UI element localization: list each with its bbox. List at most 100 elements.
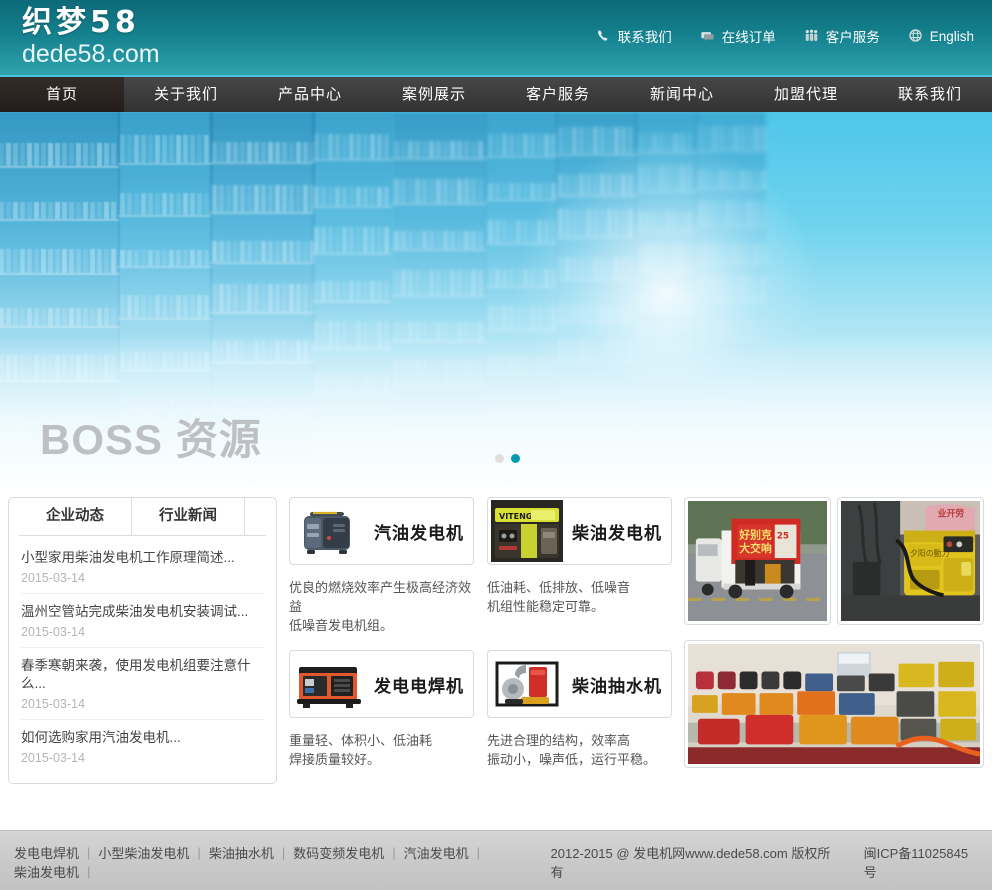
nav-item-news[interactable]: 新闻中心 xyxy=(620,77,744,112)
nav-item-products[interactable]: 产品中心 xyxy=(248,77,372,112)
gasoline-generator-photo xyxy=(293,500,365,562)
news-item-date: 2015-03-14 xyxy=(21,751,264,765)
chat-icon xyxy=(700,29,715,43)
footer-link-digital-inverter-generator[interactable]: 数码变频发电机 xyxy=(285,843,392,862)
svg-text:25: 25 xyxy=(777,531,789,541)
slider-dots xyxy=(495,454,520,463)
product-description: 重量轻、体积小、低油耗 焊接质量较好。 xyxy=(289,731,474,769)
product-grid: 汽油发电机 优良的燃烧效率产生极高经济效益 低噪音发电机组。 VITE xyxy=(289,497,672,769)
logo-chinese-text: 织梦58 xyxy=(22,6,272,40)
product-card-diesel-generator: VITENG xyxy=(487,497,672,635)
product-banner[interactable]: 柴油抽水机 xyxy=(487,650,672,718)
case-gallery: 好别克 大交响 25 xyxy=(684,497,984,768)
footer-link-diesel-water-pump[interactable]: 柴油抽水机 xyxy=(201,843,282,862)
svg-text:好别克: 好别克 xyxy=(738,527,772,541)
footer-copyright-area: 2012-2015 @ 发电机网www.dede58.com 版权所有 闽ICP… xyxy=(551,843,992,881)
news-list-item: 小型家用柴油发电机工作原理简述... 2015-03-14 xyxy=(21,540,264,593)
news-item-title[interactable]: 如何选购家用汽油发电机... xyxy=(21,729,264,747)
copyright-text: 2012-2015 @ 发电机网www.dede58.com 版权所有 xyxy=(551,843,836,881)
banner-watermark-text: BOSS 资源 xyxy=(40,406,262,467)
globe-icon xyxy=(908,29,923,43)
svg-text:业开劳: 业开劳 xyxy=(938,508,965,520)
news-panel: 企业动态 行业新闻 小型家用柴油发电机工作原理简述... 2015-03-14 … xyxy=(8,497,277,784)
phone-icon xyxy=(596,29,611,43)
diesel-generator-photo: VITENG xyxy=(491,500,563,562)
product-label: 汽油发电机 xyxy=(365,519,473,544)
product-desc-line-2: 振动小，噪声低，运行平稳。 xyxy=(487,750,672,769)
welding-generator-photo xyxy=(293,653,365,715)
news-list: 小型家用柴油发电机工作原理简述... 2015-03-14 温州空管站完成柴油发… xyxy=(9,536,276,773)
top-link-contact[interactable]: 联系我们 xyxy=(596,26,672,46)
product-desc-line-1: 重量轻、体积小、低油耗 xyxy=(289,731,474,750)
top-link-label: 客户服务 xyxy=(826,26,880,46)
news-item-date: 2015-03-14 xyxy=(21,697,264,711)
slider-dot-2[interactable] xyxy=(511,454,520,463)
news-list-item: 温州空管站完成柴油发电机安装调试... 2015-03-14 xyxy=(21,593,264,647)
top-link-label: English xyxy=(930,29,974,44)
product-card-gasoline-generator: 汽油发电机 优良的燃烧效率产生极高经济效益 低噪音发电机组。 xyxy=(289,497,474,635)
top-link-customer-service[interactable]: 客户服务 xyxy=(804,26,880,46)
product-description: 低油耗、低排放、低噪音 机组性能稳定可靠。 xyxy=(487,578,672,616)
page-root: 织梦58 dede58.com 联系我们 在线订单 客户服务 xyxy=(0,0,992,890)
news-tab-bar: 企业动态 行业新闻 xyxy=(9,498,276,536)
nav-item-franchise[interactable]: 加盟代理 xyxy=(744,77,868,112)
product-row-1: 汽油发电机 优良的燃烧效率产生极高经济效益 低噪音发电机组。 VITE xyxy=(289,497,672,635)
footer-separator: | xyxy=(477,845,480,860)
icp-license-number[interactable]: 闽ICP备11025845号 xyxy=(864,843,978,881)
main-navigation: 首页 关于我们 产品中心 案例展示 客户服务 新闻中心 加盟代理 联系我们 xyxy=(0,75,992,112)
svg-text:VITENG: VITENG xyxy=(499,512,532,521)
product-banner[interactable]: VITENG xyxy=(487,497,672,565)
product-description: 优良的燃烧效率产生极高经济效益 低噪音发电机组。 xyxy=(289,578,474,635)
nav-item-contact[interactable]: 联系我们 xyxy=(868,77,992,112)
news-tab-industry[interactable]: 行业新闻 xyxy=(132,498,245,536)
top-link-label: 在线订单 xyxy=(722,26,776,46)
news-list-item: 春季寒朝来袭，使用发电机组要注意什么... 2015-03-14 xyxy=(21,647,264,719)
product-desc-line-1: 优良的燃烧效率产生极高经济效益 xyxy=(289,578,474,616)
top-link-online-order[interactable]: 在线订单 xyxy=(700,26,776,46)
top-utility-links: 联系我们 在线订单 客户服务 English xyxy=(596,26,974,46)
product-desc-line-2: 机组性能稳定可靠。 xyxy=(487,597,672,616)
product-row-2: 发电电焊机 重量轻、体积小、低油耗 焊接质量较好。 xyxy=(289,650,672,769)
product-desc-line-2: 低噪音发电机组。 xyxy=(289,616,474,635)
footer-link-welding-generator[interactable]: 发电电焊机 xyxy=(6,843,87,862)
site-logo[interactable]: 织梦58 dede58.com xyxy=(22,6,272,68)
case-row-top: 好别克 大交响 25 xyxy=(684,497,984,625)
slider-dot-1[interactable] xyxy=(495,454,504,463)
product-card-welding-generator: 发电电焊机 重量轻、体积小、低油耗 焊接质量较好。 xyxy=(289,650,474,769)
footer-link-gasoline-generator[interactable]: 汽油发电机 xyxy=(396,843,477,862)
people-icon xyxy=(804,29,819,43)
footer-link-diesel-generator[interactable]: 柴油发电机 xyxy=(6,862,87,881)
product-banner[interactable]: 汽油发电机 xyxy=(289,497,474,565)
news-list-item: 如何选购家用汽油发电机... 2015-03-14 xyxy=(21,719,264,773)
product-label: 柴油发电机 xyxy=(563,519,671,544)
top-link-label: 联系我们 xyxy=(618,26,672,46)
case-item-led-truck[interactable]: 好别克 大交响 25 xyxy=(684,497,831,625)
footer-link-small-diesel-generator[interactable]: 小型柴油发电机 xyxy=(90,843,197,862)
yellow-silent-generator-photo: 业开劳 夕阳の動力 xyxy=(841,501,980,621)
hero-banner-slider[interactable]: BOSS 资源 xyxy=(0,112,992,487)
product-desc-line-1: 先进合理的结构，效率高 xyxy=(487,731,672,750)
diesel-water-pump-photo xyxy=(491,653,563,715)
news-item-title[interactable]: 小型家用柴油发电机工作原理简述... xyxy=(21,549,264,567)
product-banner[interactable]: 发电电焊机 xyxy=(289,650,474,718)
news-item-date: 2015-03-14 xyxy=(21,625,264,639)
news-tab-filler xyxy=(245,498,266,536)
product-card-diesel-water-pump: 柴油抽水机 先进合理的结构，效率高 振动小，噪声低，运行平稳。 xyxy=(487,650,672,769)
news-item-title[interactable]: 温州空管站完成柴油发电机安装调试... xyxy=(21,603,264,621)
nav-item-cases[interactable]: 案例展示 xyxy=(372,77,496,112)
led-advertising-truck-photo: 好别克 大交响 25 xyxy=(688,501,827,621)
site-footer: 发电电焊机 | 小型柴油发电机 | 柴油抽水机 | 数码变频发电机 | 汽油发电… xyxy=(0,830,992,890)
logo-domain-text: dede58.com xyxy=(22,40,272,68)
nav-item-about-us[interactable]: 关于我们 xyxy=(124,77,248,112)
product-label: 柴油抽水机 xyxy=(563,672,671,697)
news-item-title[interactable]: 春季寒朝来袭，使用发电机组要注意什么... xyxy=(21,657,264,693)
case-item-yellow-generator[interactable]: 业开劳 夕阳の動力 xyxy=(837,497,984,625)
nav-item-home[interactable]: 首页 xyxy=(0,77,124,112)
news-tab-company[interactable]: 企业动态 xyxy=(19,498,132,536)
case-item-showroom[interactable] xyxy=(684,640,984,768)
nav-item-service[interactable]: 客户服务 xyxy=(496,77,620,112)
footer-links: 发电电焊机 | 小型柴油发电机 | 柴油抽水机 | 数码变频发电机 | 汽油发电… xyxy=(0,843,551,881)
product-desc-line-2: 焊接质量较好。 xyxy=(289,750,474,769)
product-desc-line-1: 低油耗、低排放、低噪音 xyxy=(487,578,672,597)
top-link-english[interactable]: English xyxy=(908,29,974,44)
